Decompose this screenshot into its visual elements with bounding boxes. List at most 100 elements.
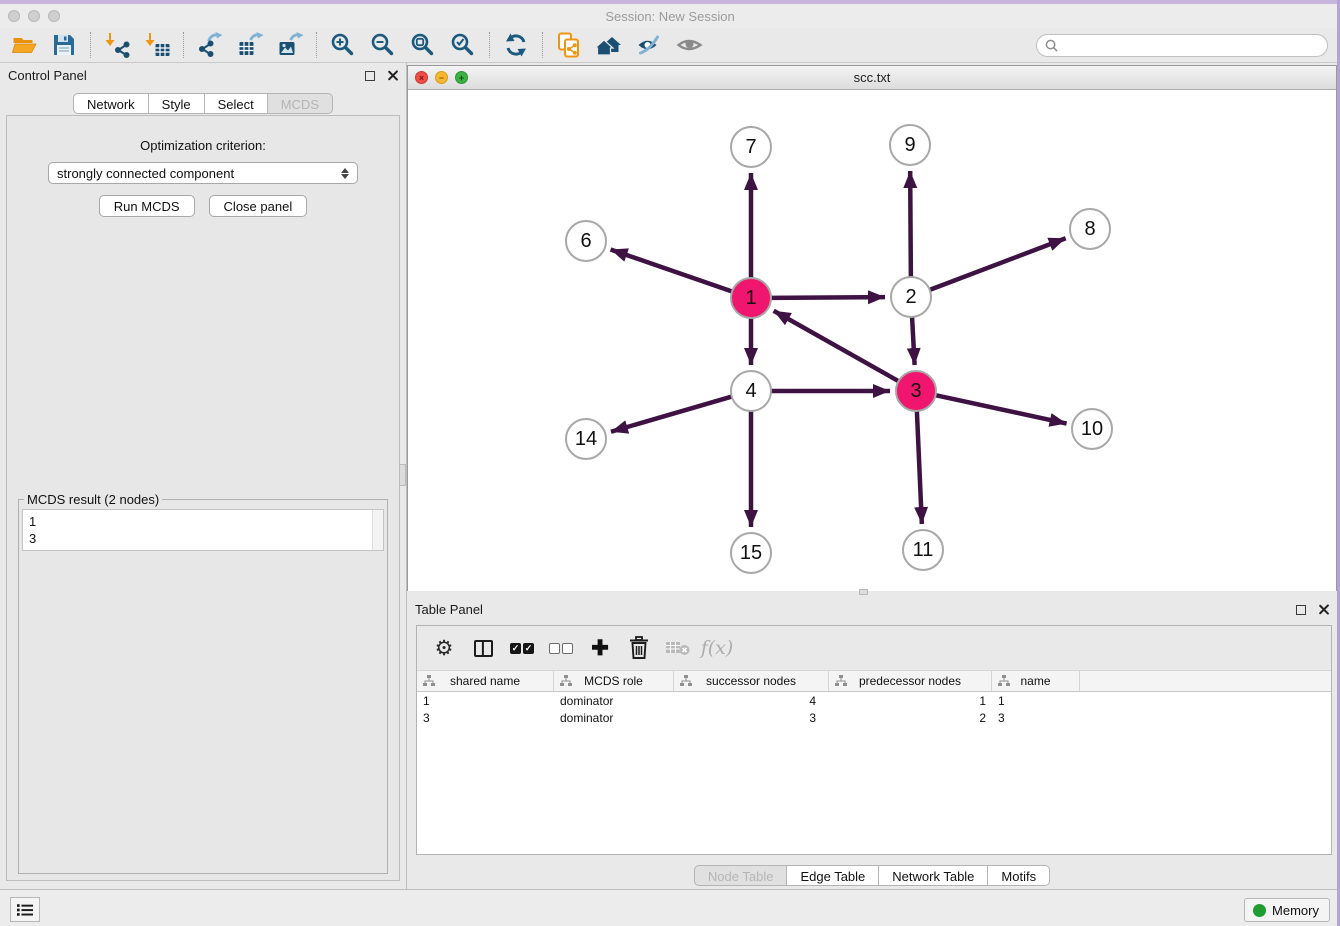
export-network-button[interactable] [192, 30, 228, 60]
edge-4-14[interactable] [611, 397, 732, 432]
graph-node-9[interactable]: 9 [889, 124, 931, 166]
vertical-splitter-handle[interactable] [399, 464, 406, 486]
cell-predecessor-nodes: 2 [829, 711, 992, 725]
tab-mcds[interactable]: MCDS [268, 93, 333, 114]
delete-column-button[interactable] [624, 633, 654, 663]
column-header-successor-nodes[interactable]: successor nodes [674, 671, 829, 691]
run-mcds-button[interactable]: Run MCDS [99, 195, 195, 217]
graph-node-15[interactable]: 15 [730, 532, 772, 574]
memory-button[interactable]: Memory [1244, 898, 1330, 922]
add-column-button[interactable]: ✚ [585, 633, 615, 663]
delete-table-button[interactable] [663, 633, 693, 663]
graph-node-3[interactable]: 3 [895, 370, 937, 412]
toolbar-separator [90, 32, 91, 58]
search-box[interactable] [1036, 34, 1328, 57]
horizontal-splitter-handle[interactable] [859, 589, 868, 595]
edge-3-10[interactable] [936, 395, 1067, 423]
edge-2-8[interactable] [930, 238, 1066, 290]
table-settings-button[interactable]: ⚙ [429, 633, 459, 663]
export-table-button[interactable] [232, 30, 268, 60]
column-header-shared-name[interactable]: shared name [417, 671, 554, 691]
show-column-panel-button[interactable] [468, 633, 498, 663]
graph-node-6[interactable]: 6 [565, 220, 607, 262]
graph-node-1[interactable]: 1 [730, 277, 772, 319]
table-row-2[interactable]: 3dominator323 [417, 709, 1331, 726]
task-history-button[interactable] [10, 897, 40, 922]
tab-network[interactable]: Network [73, 93, 149, 114]
cell-name: 1 [992, 694, 1080, 708]
network-canvas[interactable]: 7 9 6 8 1 2 4 3 14 10 15 11 [408, 90, 1336, 591]
close-panel-icon[interactable] [1318, 604, 1329, 615]
zoom-out-button[interactable] [365, 30, 401, 60]
refresh-layout-button[interactable] [498, 30, 534, 60]
graph-node-4[interactable]: 4 [730, 370, 772, 412]
close-panel-icon[interactable] [387, 70, 398, 81]
toolbar-separator [542, 32, 543, 58]
table-tab-network-table[interactable]: Network Table [879, 865, 988, 886]
open-session-button[interactable] [6, 30, 42, 60]
column-header-mcds-role[interactable]: MCDS role [554, 671, 674, 691]
close-panel-button[interactable]: Close panel [209, 195, 308, 217]
toolbar-separator [489, 32, 490, 58]
edge-2-9[interactable] [910, 171, 911, 277]
search-icon [1045, 39, 1058, 52]
function-builder-button[interactable]: f(x) [702, 633, 732, 663]
search-input[interactable] [1063, 37, 1319, 54]
deselect-all-button[interactable] [546, 633, 576, 663]
cell-name: 3 [992, 711, 1080, 725]
tab-select[interactable]: Select [205, 93, 268, 114]
edge-1-6[interactable] [611, 249, 733, 291]
column-header-name[interactable]: name [992, 671, 1080, 691]
table-row-1[interactable]: 1dominator411 [417, 692, 1331, 709]
show-network-button[interactable] [671, 30, 707, 60]
cell-mcds-role: dominator [554, 711, 674, 725]
zoom-fit-button[interactable] [405, 30, 441, 60]
table-tab-node-table[interactable]: Node Table [694, 865, 788, 886]
cell-mcds-role: dominator [554, 694, 674, 708]
table-header-row: shared nameMCDS rolesuccessor nodesprede… [417, 670, 1331, 692]
graph-node-8[interactable]: 8 [1069, 208, 1111, 250]
optimization-value: strongly connected component [57, 166, 341, 181]
graph-node-2[interactable]: 2 [890, 276, 932, 318]
graph-node-7[interactable]: 7 [730, 126, 772, 168]
node-table-container: ⚙ ✓✓ ✚ [416, 625, 1332, 855]
zoom-selected-icon [450, 32, 476, 58]
edge-1-2[interactable] [771, 297, 885, 298]
zoom-selected-button[interactable] [445, 30, 481, 60]
graph-node-11[interactable]: 11 [902, 529, 944, 571]
application-window: Session: New Session [0, 0, 1340, 926]
eye-slash-icon [636, 32, 663, 58]
edge-2-3[interactable] [912, 317, 915, 365]
import-network-icon [104, 32, 131, 58]
tree-icon [998, 675, 1010, 687]
edge-3-1[interactable] [774, 311, 899, 381]
save-session-button[interactable] [46, 30, 82, 60]
import-network-button[interactable] [99, 30, 135, 60]
duplicate-network-button[interactable] [551, 30, 587, 60]
mcds-result-title: MCDS result (2 nodes) [24, 492, 162, 507]
select-all-button[interactable]: ✓✓ [507, 633, 537, 663]
float-panel-icon[interactable] [365, 71, 375, 81]
mcds-result-area[interactable]: 1 3 [22, 509, 384, 551]
export-image-button[interactable] [272, 30, 308, 60]
zoom-in-button[interactable] [325, 30, 361, 60]
optimization-label: Optimization criterion: [140, 138, 266, 153]
result-scrollbar[interactable] [372, 510, 383, 550]
network-window-titlebar[interactable]: × − + scc.txt [408, 66, 1336, 90]
graph-node-14[interactable]: 14 [565, 418, 607, 460]
toolbar-separator [183, 32, 184, 58]
tree-icon [835, 675, 847, 687]
hide-network-button[interactable] [631, 30, 667, 60]
table-tab-motifs[interactable]: Motifs [988, 865, 1050, 886]
edge-3-11[interactable] [917, 411, 922, 524]
column-header-predecessor-nodes[interactable]: predecessor nodes [829, 671, 992, 691]
import-table-button[interactable] [139, 30, 175, 60]
home-view-button[interactable] [591, 30, 627, 60]
graph-node-10[interactable]: 10 [1071, 408, 1113, 450]
zoom-fit-icon [410, 32, 436, 58]
table-tab-edge-table[interactable]: Edge Table [787, 865, 879, 886]
tab-style[interactable]: Style [149, 93, 205, 114]
optimization-select[interactable]: strongly connected component [48, 162, 358, 184]
eye-icon [676, 32, 703, 58]
float-panel-icon[interactable] [1296, 605, 1306, 615]
